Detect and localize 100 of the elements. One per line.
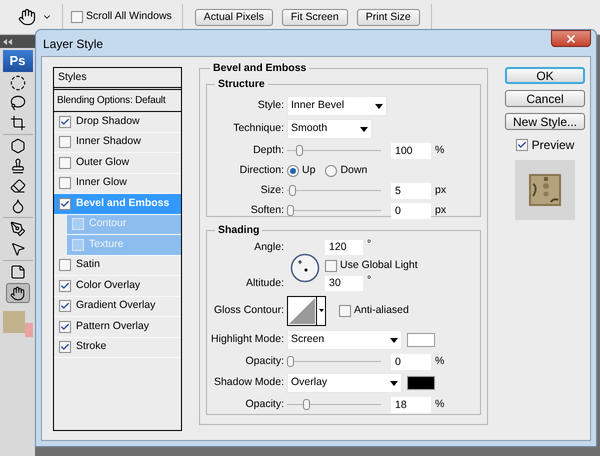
field-label: Depth:: [253, 144, 284, 156]
dropdown-arrow-icon: [360, 126, 368, 132]
technique-select[interactable]: Smooth: [287, 119, 372, 139]
section-title: Bevel and Emboss: [212, 61, 308, 76]
slider-thumb[interactable]: [288, 185, 296, 196]
soften-slider[interactable]: [287, 204, 381, 216]
radio-button[interactable]: [287, 164, 299, 176]
field-label: Direction:: [240, 164, 284, 176]
angle-dial-icon[interactable]: [290, 252, 320, 282]
dialog-button[interactable]: New Style...: [505, 113, 585, 130]
highlight-color-swatch[interactable]: [407, 333, 435, 347]
depth-slider[interactable]: [287, 144, 381, 156]
dialog-button[interactable]: Cancel: [505, 90, 585, 107]
background-color-swatch[interactable]: [24, 323, 32, 337]
field-label: Opacity:: [245, 354, 284, 367]
effect-item[interactable]: Gradient Overlay: [54, 296, 181, 317]
field-label: Opacity:: [245, 398, 284, 410]
checkbox-label: Use Global Light: [340, 258, 418, 273]
effect-item[interactable]: Pattern Overlay: [54, 317, 181, 338]
value-field[interactable]: 100: [391, 142, 431, 158]
lasso-icon[interactable]: [10, 95, 26, 111]
effect-item[interactable]: Inner Shadow: [54, 132, 181, 153]
value-field[interactable]: 0: [391, 202, 431, 218]
style-select[interactable]: Inner Bevel: [287, 96, 387, 116]
highlight-mode-select[interactable]: Screen: [287, 330, 402, 350]
field-label: Soften:: [250, 204, 284, 216]
dropdown-arrow-icon: [375, 104, 383, 108]
angle-field[interactable]: 120: [325, 240, 363, 255]
close-button[interactable]: [551, 30, 591, 47]
close-icon: [565, 32, 577, 44]
hexagon-icon[interactable]: [10, 138, 26, 154]
shadow-mode-select[interactable]: Overlay: [287, 373, 402, 393]
checkbox-label: Preview: [532, 137, 574, 154]
field-label: Style:: [258, 99, 284, 112]
opacity-slider[interactable]: [287, 398, 381, 410]
effect-item[interactable]: Stroke: [54, 338, 181, 358]
radio-label: Down: [340, 162, 368, 178]
checkbox-label: Anti-aliased: [354, 302, 409, 318]
effect-item[interactable]: Satin: [54, 256, 181, 276]
stamp-icon[interactable]: [10, 158, 26, 174]
contour-curve-icon: [288, 296, 316, 324]
checkbox[interactable]: [59, 300, 71, 312]
checkbox[interactable]: [59, 341, 71, 354]
effect-item[interactable]: Drop Shadow: [54, 112, 181, 132]
unit-label: %: [435, 396, 444, 412]
group-title: Structure: [217, 76, 266, 92]
checkbox[interactable]: [71, 11, 83, 23]
marquee-icon[interactable]: [10, 75, 26, 91]
checkbox-label: Scroll All Windows: [86, 9, 172, 24]
unit-label: °: [367, 272, 372, 288]
effect-item[interactable]: Outer Glow: [54, 153, 181, 174]
field-label: Altitude:: [246, 276, 284, 289]
size-slider[interactable]: [287, 184, 381, 196]
group-title: Shading: [217, 222, 260, 238]
checkbox[interactable]: [59, 320, 71, 333]
altitude-field[interactable]: 30: [325, 276, 363, 291]
unit-label: px: [435, 202, 446, 218]
blending-options-item[interactable]: Blending Options: Default: [54, 90, 181, 112]
checkbox[interactable]: [339, 304, 351, 316]
gloss-contour-picker[interactable]: [287, 296, 326, 326]
dialog-button[interactable]: OK: [505, 67, 585, 84]
checkbox[interactable]: [59, 280, 71, 292]
checkbox[interactable]: [59, 259, 71, 272]
toolbar-button[interactable]: Fit Screen: [282, 8, 348, 26]
collapse-icon[interactable]: [3, 38, 12, 44]
field-label: Gloss Contour:: [214, 304, 284, 316]
hand-icon[interactable]: [18, 8, 36, 26]
unit-label: px: [435, 182, 446, 198]
slider-thumb[interactable]: [287, 205, 294, 216]
checkbox[interactable]: [59, 136, 71, 148]
opacity-slider[interactable]: [287, 356, 381, 368]
hand-icon: [10, 286, 25, 300]
window-title: Layer Style: [43, 36, 104, 53]
checkbox[interactable]: [59, 198, 71, 210]
field-label: Highlight Mode:: [211, 333, 284, 346]
crop-icon[interactable]: [10, 115, 26, 131]
slider-thumb[interactable]: [287, 356, 294, 367]
styles-header[interactable]: Styles: [54, 68, 181, 90]
checkbox[interactable]: [59, 177, 71, 190]
effect-item[interactable]: Color Overlay: [54, 276, 181, 296]
value-field[interactable]: 5: [391, 182, 431, 198]
shadow-color-swatch[interactable]: [407, 376, 435, 390]
slider-thumb[interactable]: [302, 399, 310, 410]
checkbox[interactable]: [325, 260, 337, 272]
value-field[interactable]: 18: [391, 396, 431, 412]
checkbox[interactable]: [516, 139, 528, 151]
pen-icon[interactable]: [10, 221, 26, 237]
toolbar-button[interactable]: Actual Pixels: [194, 8, 273, 26]
slider-thumb[interactable]: [296, 145, 303, 156]
hand-tool-button[interactable]: [6, 283, 30, 303]
eraser-icon[interactable]: [10, 178, 26, 194]
checkbox[interactable]: [59, 116, 71, 128]
checkbox[interactable]: [59, 156, 71, 169]
note-icon[interactable]: [10, 264, 26, 280]
foreground-color-swatch[interactable]: [2, 311, 24, 333]
value-field[interactable]: 0: [391, 354, 431, 370]
field-label: Technique:: [233, 122, 284, 134]
radio-button[interactable]: [325, 164, 338, 176]
pointer-icon[interactable]: [10, 241, 26, 257]
toolbar-button[interactable]: Print Size: [356, 8, 420, 26]
